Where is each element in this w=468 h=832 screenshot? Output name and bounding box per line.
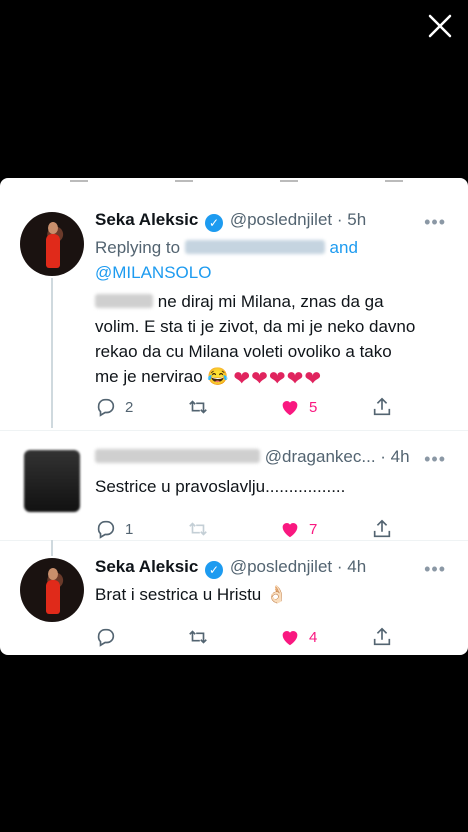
- replying-to-label: Replying to: [95, 238, 181, 257]
- timestamp[interactable]: · 4h: [337, 557, 366, 576]
- tweet-thread-card: Seka Aleksic ✓ @poslednjilet · 5h ••• Re…: [0, 178, 468, 655]
- like-count: 7: [309, 520, 318, 538]
- divider: [0, 540, 468, 541]
- thread-line: [51, 278, 53, 428]
- share-icon: [373, 627, 391, 646]
- retweet-button[interactable]: [187, 396, 209, 418]
- redacted-display-name: [95, 449, 260, 463]
- heart-icon: [282, 401, 298, 416]
- replying-to: Replying to and @MILANSOLO: [95, 235, 450, 285]
- retweet-icon: [189, 522, 207, 536]
- retweet-button[interactable]: [187, 518, 209, 540]
- reply-count: 2: [125, 398, 134, 416]
- share-icon: [373, 397, 391, 416]
- avatar[interactable]: [20, 558, 84, 622]
- tweet-header: Seka Aleksic ✓ @poslednjilet · 5h: [95, 210, 366, 232]
- verified-badge-icon: ✓: [205, 214, 224, 232]
- avatar[interactable]: [24, 450, 80, 512]
- reply-icon: [97, 520, 115, 539]
- retweet-icon: [189, 630, 207, 644]
- tweet-actions: 2 5: [95, 396, 395, 420]
- tweet-text-line: rekao da cu Milana voleti ovoliko a tako: [95, 342, 392, 361]
- tweet-text: Sestrice u pravoslavlju.................: [95, 477, 346, 496]
- redacted-mention: [184, 240, 325, 254]
- more-options-icon[interactable]: •••: [424, 212, 446, 233]
- handle[interactable]: @dragankec...: [265, 447, 376, 466]
- tweet-header: Seka Aleksic ✓ @poslednjilet · 4h: [95, 557, 366, 579]
- more-options-icon[interactable]: •••: [424, 559, 446, 580]
- like-button[interactable]: 4: [279, 626, 317, 648]
- tweet-text-line: ne diraj mi Milana, znas da ga: [157, 292, 384, 311]
- like-button[interactable]: 7: [279, 518, 317, 540]
- heart-icon: [282, 631, 298, 646]
- reply-button[interactable]: 1: [95, 518, 133, 540]
- share-button[interactable]: [371, 626, 393, 648]
- heart-emojis: ❤❤❤❤❤: [233, 368, 322, 390]
- avatar[interactable]: [20, 212, 84, 276]
- display-name[interactable]: Seka Aleksic: [95, 210, 198, 229]
- verified-badge-icon: ✓: [205, 561, 224, 579]
- thread-line: [51, 540, 53, 556]
- heart-icon: [282, 523, 298, 538]
- handle[interactable]: @poslednjilet: [230, 210, 332, 229]
- handle[interactable]: @poslednjilet: [230, 557, 332, 576]
- like-count: 5: [309, 398, 318, 416]
- share-button[interactable]: [371, 518, 393, 540]
- display-name[interactable]: Seka Aleksic: [95, 557, 198, 576]
- and-label: and: [329, 238, 358, 257]
- timestamp[interactable]: · 5h: [337, 210, 366, 229]
- reply-count: 1: [125, 520, 134, 538]
- like-count: 4: [309, 628, 318, 646]
- timestamp[interactable]: · 4h: [380, 447, 409, 466]
- reply-button[interactable]: 2: [95, 396, 133, 418]
- tweet-header: @dragankec... · 4h: [95, 447, 410, 467]
- like-button[interactable]: 5: [279, 396, 317, 418]
- redacted-name: [95, 294, 153, 308]
- cut-off-actions-strip: [0, 178, 468, 190]
- tweet-text-line: volim. E sta ti je zivot, da mi je neko …: [95, 317, 416, 336]
- share-icon: [373, 519, 391, 538]
- reply-icon: [97, 628, 115, 647]
- tweet-actions: 4: [95, 626, 395, 650]
- retweet-icon: [189, 400, 207, 414]
- reply-button[interactable]: [95, 626, 117, 648]
- divider: [0, 430, 468, 431]
- tweet-text: ne diraj mi Milana, znas da ga volim. E …: [95, 289, 450, 392]
- retweet-button[interactable]: [187, 626, 209, 648]
- tweet-text-line: me je nervirao 😂: [95, 367, 229, 386]
- reply-icon: [97, 398, 115, 417]
- close-icon[interactable]: [424, 10, 456, 42]
- tweet-text: Brat i sestrica u Hristu 👌🏻: [95, 585, 288, 604]
- mention-link[interactable]: @MILANSOLO: [95, 263, 211, 282]
- more-options-icon[interactable]: •••: [424, 449, 446, 470]
- share-button[interactable]: [371, 396, 393, 418]
- tweet-actions: 1 7: [95, 518, 395, 542]
